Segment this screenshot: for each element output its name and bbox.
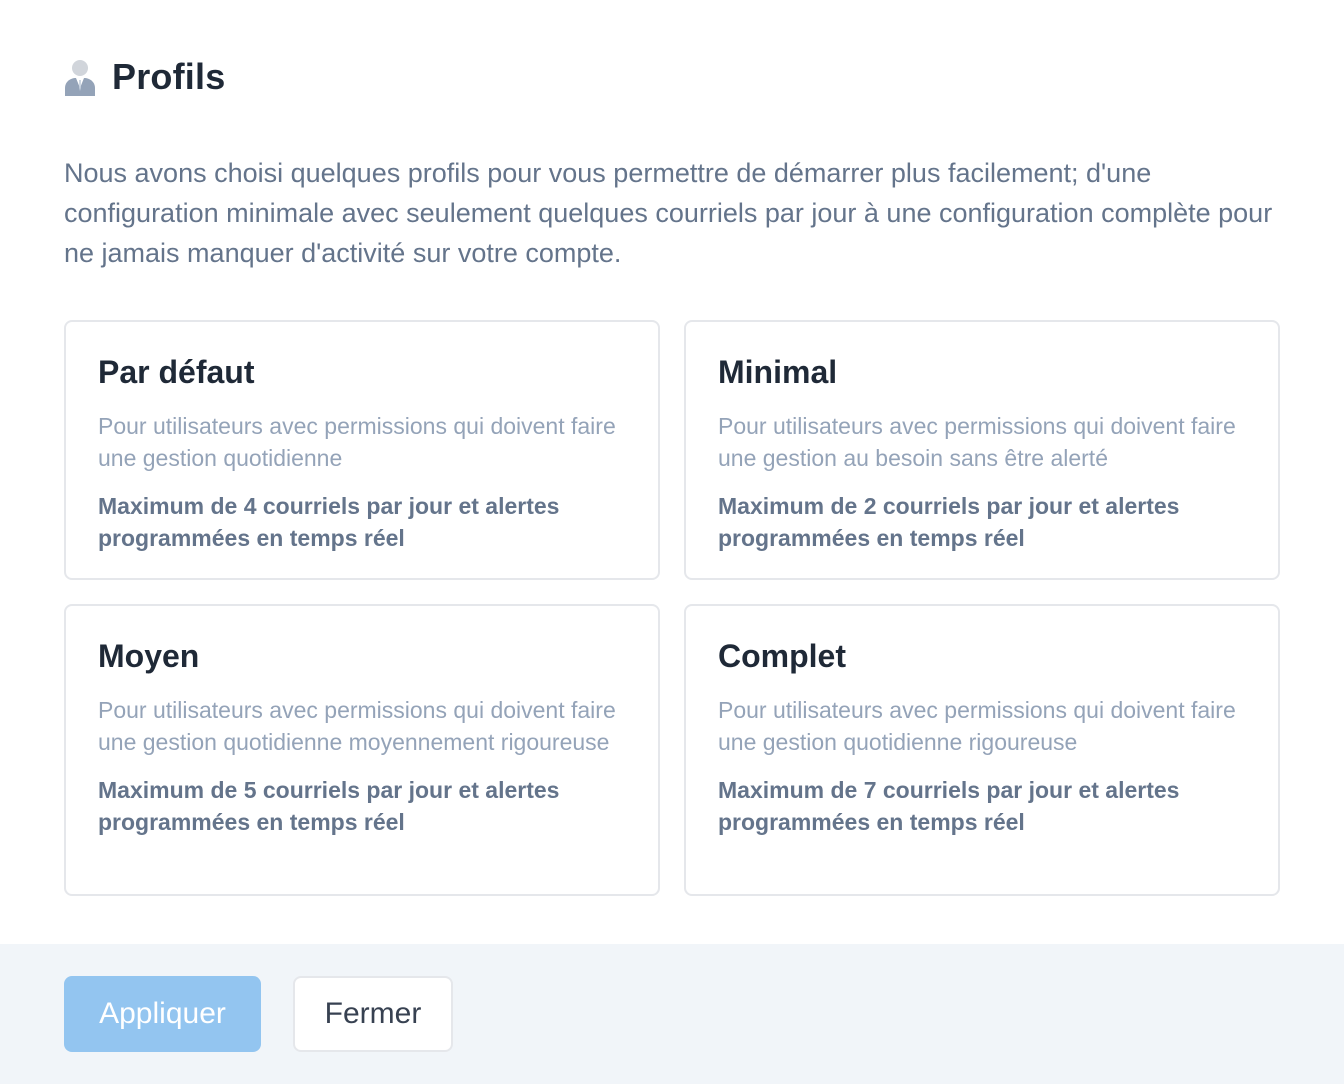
profile-detail: Maximum de 7 courriels par jour et alert… [718, 777, 1180, 835]
profile-description: Pour utilisateurs avec permissions qui d… [98, 697, 616, 755]
modal-header: Profils [64, 54, 225, 100]
modal-footer: Appliquer Fermer [0, 944, 1344, 1084]
profile-card-par-defaut[interactable]: Par défaut Pour utilisateurs avec permis… [64, 320, 660, 580]
profile-detail: Maximum de 2 courriels par jour et alert… [718, 493, 1180, 551]
profile-title: Moyen [98, 638, 200, 674]
profile-description: Pour utilisateurs avec permissions qui d… [718, 697, 1236, 755]
page-title: Profils [112, 56, 226, 97]
profiles-modal: Profils Nous avons choisi quelques profi… [0, 0, 1344, 1084]
profile-detail: Maximum de 4 courriels par jour et alert… [98, 493, 560, 551]
profile-card-moyen[interactable]: Moyen Pour utilisateurs avec permissions… [64, 604, 660, 896]
profile-description: Pour utilisateurs avec permissions qui d… [98, 413, 616, 471]
profile-grid: Par défaut Pour utilisateurs avec permis… [64, 320, 1280, 896]
user-icon [65, 60, 95, 96]
apply-button[interactable]: Appliquer [64, 976, 261, 1052]
profile-card-complet[interactable]: Complet Pour utilisateurs avec permissio… [684, 604, 1280, 896]
profile-description: Pour utilisateurs avec permissions qui d… [718, 413, 1236, 471]
intro-text: Nous avons choisi quelques profils pour … [64, 158, 1273, 268]
profile-detail: Maximum de 5 courriels par jour et alert… [98, 777, 560, 835]
profile-title: Par défaut [98, 354, 255, 390]
close-button[interactable]: Fermer [293, 976, 453, 1052]
profile-title: Minimal [718, 354, 838, 390]
profile-title: Complet [718, 638, 846, 674]
profile-card-minimal[interactable]: Minimal Pour utilisateurs avec permissio… [684, 320, 1280, 580]
